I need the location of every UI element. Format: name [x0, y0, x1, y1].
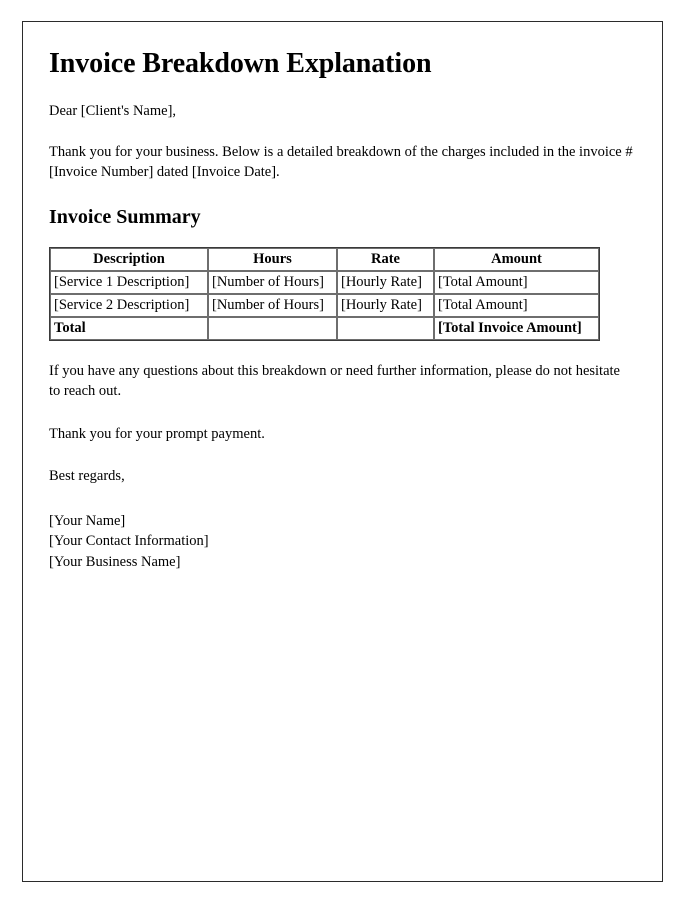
column-header-rate: Rate [337, 247, 434, 271]
table-row: [Service 1 Description] [Number of Hours… [50, 270, 599, 294]
signature-block: [Your Name] [Your Contact Information] [… [49, 511, 636, 573]
invoice-summary-table: Description Hours Rate Amount [Service 1… [49, 246, 600, 341]
signature-business: [Your Business Name] [49, 553, 181, 570]
salutation-text: Dear [Client's Name], [49, 103, 177, 120]
regards-line: Best regards, [49, 468, 125, 485]
cell-description: [Service 1 Description] [50, 270, 208, 294]
cell-description: [Service 2 Description] [50, 293, 208, 317]
page-title: Invoice Breakdown Explanation [49, 48, 432, 79]
table-total-row: Total [Total Invoice Amount] [50, 316, 599, 340]
closing-paragraph: If you have any questions about this bre… [49, 362, 620, 400]
column-header-hours: Hours [208, 247, 337, 271]
cell-total-amount: [Total Invoice Amount] [434, 316, 599, 340]
document-page: Invoice Breakdown Explanation Dear [Clie… [22, 21, 663, 882]
column-header-description: Description [50, 247, 208, 271]
cell-hours: [Number of Hours] [208, 293, 337, 317]
table-header-row: Description Hours Rate Amount [50, 247, 599, 271]
signature-name: [Your Name] [49, 512, 126, 529]
cell-amount: [Total Amount] [434, 270, 599, 294]
cell-total-rate [337, 316, 434, 340]
section-heading-invoice-summary: Invoice Summary [49, 205, 201, 228]
column-header-amount: Amount [434, 247, 599, 271]
cell-rate: [Hourly Rate] [337, 270, 434, 294]
cell-total-label: Total [50, 316, 208, 340]
cell-rate: [Hourly Rate] [337, 293, 434, 317]
document-body: Invoice Breakdown Explanation Dear [Clie… [23, 22, 662, 572]
intro-paragraph: Thank you for your business. Below is a … [49, 143, 633, 181]
signature-contact: [Your Contact Information] [49, 533, 209, 550]
thanks-paragraph: Thank you for your prompt payment. [49, 426, 265, 443]
cell-hours: [Number of Hours] [208, 270, 337, 294]
cell-amount: [Total Amount] [434, 293, 599, 317]
table-row: [Service 2 Description] [Number of Hours… [50, 293, 599, 317]
cell-total-hours [208, 316, 337, 340]
